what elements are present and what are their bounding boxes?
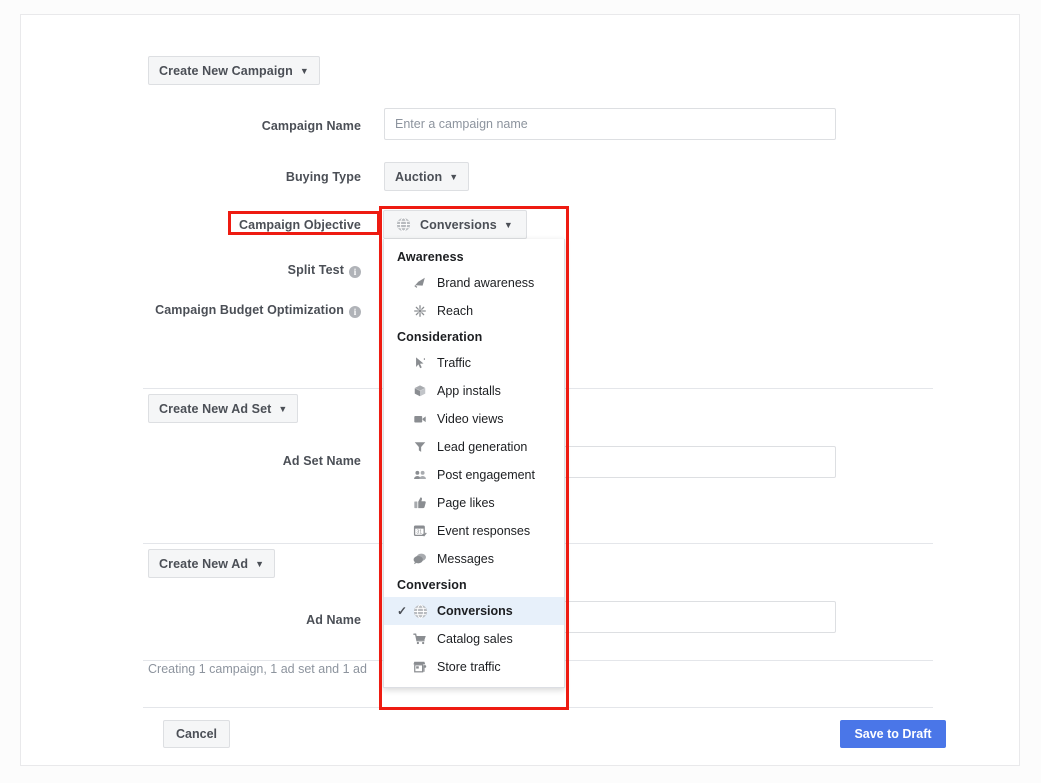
menu-item-reach[interactable]: Reach	[384, 297, 564, 325]
buying-type-label: Buying Type	[285, 170, 361, 184]
chevron-down-icon: ▼	[255, 559, 265, 569]
menu-item-label: Traffic	[437, 356, 472, 370]
campaign-budget-optimization-text: Campaign Budget Optimization	[155, 303, 344, 317]
cursor-arrow-icon	[411, 356, 429, 370]
campaign-objective-dropdown-toggle[interactable]: Conversions ▼	[383, 210, 527, 239]
menu-item-video-views[interactable]: Video views	[384, 405, 564, 433]
menu-item-messages[interactable]: Messages	[384, 545, 564, 573]
adset-name-label: Ad Set Name	[282, 454, 361, 468]
reach-burst-icon	[411, 304, 429, 318]
create-new-campaign-label: Create New Campaign	[159, 63, 293, 78]
campaign-objective-label: Campaign Objective	[239, 218, 361, 232]
menu-item-label: Reach	[437, 304, 474, 318]
cancel-label: Cancel	[176, 727, 217, 741]
menu-item-label: Messages	[437, 552, 494, 566]
info-icon[interactable]: i	[349, 306, 361, 318]
globe-icon	[394, 217, 412, 232]
menu-group-consideration: Consideration	[397, 330, 483, 344]
chevron-down-icon: ▼	[299, 66, 309, 76]
create-new-adset-label: Create New Ad Set	[159, 401, 272, 416]
menu-item-page-likes[interactable]: Page likes	[384, 489, 564, 517]
save-to-draft-label: Save to Draft	[854, 727, 932, 741]
funnel-icon	[411, 440, 429, 454]
creation-status-text: Creating 1 campaign, 1 ad set and 1 ad	[148, 662, 367, 676]
menu-item-label: Conversions	[437, 604, 513, 618]
create-new-adset-button[interactable]: Create New Ad Set ▼	[148, 394, 299, 423]
menu-item-label: Video views	[437, 412, 504, 426]
buying-type-dropdown[interactable]: Auction ▼	[384, 162, 470, 191]
menu-item-conversions[interactable]: ✓ Conversions	[384, 597, 564, 625]
megaphone-icon	[411, 276, 429, 290]
shopping-cart-icon	[411, 632, 429, 646]
campaign-name-label: Campaign Name	[261, 119, 361, 133]
create-new-ad-label: Create New Ad	[159, 556, 249, 571]
info-icon[interactable]: i	[349, 266, 361, 278]
menu-item-label: Page likes	[437, 496, 495, 510]
create-new-campaign-button[interactable]: Create New Campaign ▼	[148, 56, 320, 85]
menu-item-label: Store traffic	[437, 660, 501, 674]
globe-icon	[411, 603, 429, 619]
chevron-down-icon: ▼	[449, 172, 459, 182]
speech-bubbles-icon	[411, 552, 429, 566]
people-icon	[411, 468, 429, 482]
cancel-button[interactable]: Cancel	[163, 720, 230, 748]
storefront-icon	[411, 660, 429, 674]
menu-item-label: Catalog sales	[437, 632, 513, 646]
box-cube-icon	[411, 384, 429, 398]
menu-item-label: Lead generation	[437, 440, 528, 454]
chevron-down-icon: ▼	[278, 404, 288, 414]
menu-item-event-responses[interactable]: 31 Event responses	[384, 517, 564, 545]
split-test-text: Split Test	[287, 263, 344, 277]
objective-menu: Awareness Brand awareness Reach Consider…	[383, 239, 565, 688]
menu-item-catalog-sales[interactable]: Catalog sales	[384, 625, 564, 653]
menu-item-traffic[interactable]: Traffic	[384, 349, 564, 377]
campaign-objective-dropdown: Conversions ▼ Awareness Brand awareness …	[383, 210, 565, 688]
checkmark-icon: ✓	[397, 604, 408, 618]
campaign-budget-optimization-label: Campaign Budget Optimization i	[123, 303, 361, 318]
section-divider-status-footer	[143, 707, 933, 708]
campaign-objective-value: Conversions	[420, 217, 497, 232]
create-new-ad-button[interactable]: Create New Ad ▼	[148, 549, 276, 578]
menu-item-brand-awareness[interactable]: Brand awareness	[384, 269, 564, 297]
menu-item-label: Brand awareness	[437, 276, 535, 290]
menu-item-store-traffic[interactable]: Store traffic	[384, 653, 564, 681]
menu-group-awareness: Awareness	[397, 250, 464, 264]
menu-item-label: Event responses	[437, 524, 531, 538]
chevron-down-icon: ▼	[503, 220, 513, 230]
app-root: Create New Campaign ▼ Campaign Name Buyi…	[0, 0, 1041, 783]
menu-item-post-engagement[interactable]: Post engagement	[384, 461, 564, 489]
svg-text:31: 31	[416, 530, 422, 536]
menu-group-conversion: Conversion	[397, 578, 467, 592]
thumbs-up-icon	[411, 496, 429, 510]
buying-type-value: Auction	[395, 169, 443, 184]
menu-item-label: App installs	[437, 384, 501, 398]
video-camera-icon	[411, 412, 429, 426]
calendar-event-icon: 31	[411, 524, 429, 538]
menu-item-lead-generation[interactable]: Lead generation	[384, 433, 564, 461]
campaign-name-input[interactable]	[384, 108, 836, 140]
save-to-draft-button[interactable]: Save to Draft	[840, 720, 946, 748]
split-test-label: Split Test i	[143, 263, 361, 278]
menu-item-app-installs[interactable]: App installs	[384, 377, 564, 405]
menu-item-label: Post engagement	[437, 468, 535, 482]
ad-name-label: Ad Name	[306, 613, 361, 627]
